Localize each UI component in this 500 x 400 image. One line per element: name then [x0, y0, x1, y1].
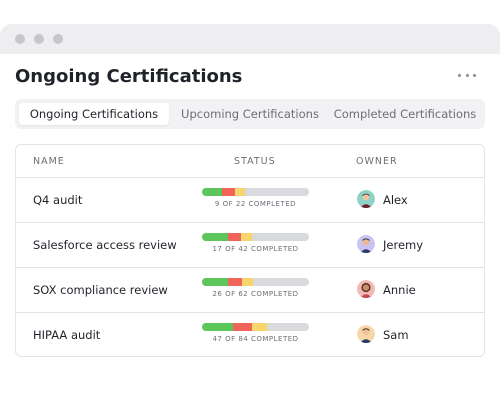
owner-name: Annie [383, 283, 416, 297]
progress-segment-red [228, 233, 241, 241]
avatar [357, 235, 375, 253]
avatar [357, 190, 375, 208]
progress-segment-yellow [242, 278, 253, 286]
progress-segment-red [222, 188, 235, 196]
progress-bar [202, 188, 309, 196]
table-row[interactable]: HIPAA audit 47 OF 84 COMPLETED Sam [16, 312, 484, 357]
window-titlebar [0, 24, 500, 54]
window-dot-icon [34, 34, 44, 44]
certification-name: Q4 audit [33, 193, 83, 207]
tab-completed-certifications[interactable]: Completed Certifications [329, 103, 481, 125]
column-header-status: STATUS [234, 156, 276, 167]
column-header-name: NAME [33, 156, 65, 167]
progress-segment-green [202, 278, 228, 286]
status-text: 17 OF 42 COMPLETED [212, 245, 299, 253]
progress-segment-red [228, 278, 242, 286]
owner-name: Jeremy [383, 238, 424, 252]
avatar [357, 325, 375, 343]
progress-segment-yellow [241, 233, 252, 241]
table-row[interactable]: SOX compliance review 26 OF 62 COMPLETED… [16, 267, 484, 312]
tab-ongoing-certifications[interactable]: Ongoing Certifications [19, 103, 169, 125]
progress-segment-red [233, 323, 252, 331]
progress-bar [202, 278, 309, 286]
certification-name: HIPAA audit [33, 328, 101, 342]
progress-segment-yellow [252, 323, 267, 331]
certification-name: Salesforce access review [33, 238, 177, 252]
progress-segment-yellow [235, 188, 245, 196]
progress-segment-green [202, 323, 233, 331]
window-dot-icon [53, 34, 63, 44]
certification-name: SOX compliance review [33, 283, 168, 297]
certifications-table: NAME STATUS OWNER Q4 audit 9 OF 22 COMPL… [15, 144, 485, 357]
page-title: Ongoing Certifications [15, 66, 243, 87]
owner-name: Alex [383, 193, 408, 207]
more-options-icon[interactable] [458, 68, 476, 82]
tab-upcoming-certifications[interactable]: Upcoming Certifications [175, 103, 325, 125]
status-text: 26 OF 62 COMPLETED [212, 290, 299, 298]
progress-bar [202, 323, 309, 331]
status-text: 9 OF 22 COMPLETED [214, 200, 297, 208]
window-dot-icon [15, 34, 25, 44]
table-row[interactable]: Salesforce access review 17 OF 42 COMPLE… [16, 222, 484, 267]
tab-bar: Ongoing Certifications Upcoming Certific… [15, 99, 485, 129]
table-row[interactable]: Q4 audit 9 OF 22 COMPLETED Alex [16, 177, 484, 222]
column-header-owner: OWNER [356, 156, 398, 167]
owner-name: Sam [383, 328, 409, 342]
progress-segment-green [202, 188, 222, 196]
avatar [357, 280, 375, 298]
progress-bar [202, 233, 309, 241]
status-text: 47 OF 84 COMPLETED [212, 335, 299, 343]
progress-segment-green [202, 233, 228, 241]
